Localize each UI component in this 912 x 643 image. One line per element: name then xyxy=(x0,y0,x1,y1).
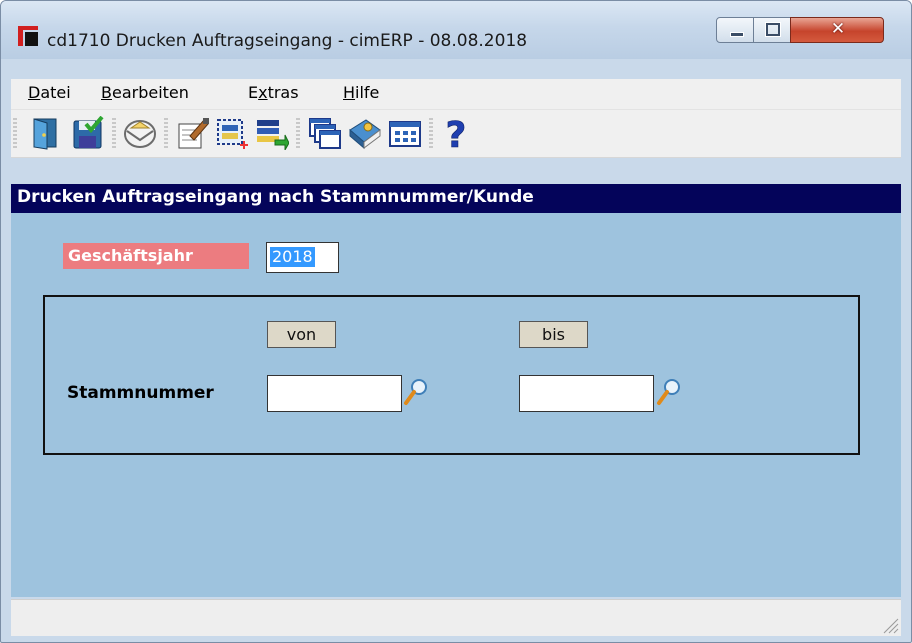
window-title: cd1710 Drucken Auftragseingang - cimERP … xyxy=(47,31,528,51)
stammnummer-label: Stammnummer xyxy=(67,383,214,403)
maximize-button[interactable] xyxy=(753,17,791,43)
app-window: cd1710 Drucken Auftragseingang - cimERP … xyxy=(0,0,912,643)
menu-extras[interactable]: Extras xyxy=(248,83,299,102)
svg-text:?: ? xyxy=(446,116,467,150)
menu-bar: Datei Bearbeiten Extras Hilfe xyxy=(11,79,901,110)
windows-icon[interactable] xyxy=(308,116,342,150)
stammnummer-from-input[interactable] xyxy=(267,375,402,412)
maximize-icon xyxy=(765,22,781,37)
toolbar-separator xyxy=(112,118,116,148)
resize-grip-icon[interactable] xyxy=(881,616,899,634)
close-button[interactable]: ✕ xyxy=(790,17,884,43)
mail-icon[interactable] xyxy=(123,116,157,150)
toolbar-grip[interactable] xyxy=(13,118,17,148)
minimize-icon xyxy=(730,32,744,37)
form-title: Drucken Auftragseingang nach Stammnummer… xyxy=(17,187,534,207)
status-bar xyxy=(11,599,901,636)
toolbar-separator xyxy=(164,118,168,148)
form-content: Geschäftsjahr 2018 von bis Stammnummer xyxy=(11,213,901,597)
from-column-label: von xyxy=(267,321,336,348)
menu-hilfe[interactable]: Hilfe xyxy=(343,83,379,102)
toolbar: ? xyxy=(11,110,901,158)
stammnummer-to-input[interactable] xyxy=(519,375,654,412)
search-icon[interactable] xyxy=(656,377,682,407)
range-groupbox: von bis Stammnummer xyxy=(43,295,860,455)
fiscal-year-label: Geschäftsjahr xyxy=(63,243,249,269)
toolbar-separator xyxy=(429,118,433,148)
form-header: Drucken Auftragseingang nach Stammnummer… xyxy=(11,184,901,213)
exit-door-icon[interactable] xyxy=(29,116,63,150)
save-icon[interactable] xyxy=(71,116,105,150)
edit-record-icon[interactable] xyxy=(176,116,210,150)
search-icon[interactable] xyxy=(403,377,429,407)
fiscal-year-value: 2018 xyxy=(270,247,315,267)
table-icon[interactable] xyxy=(388,116,422,150)
fiscal-year-input[interactable]: 2018 xyxy=(266,242,339,273)
help-icon[interactable]: ? xyxy=(439,116,473,150)
app-icon[interactable] xyxy=(18,26,38,46)
to-column-label: bis xyxy=(519,321,588,348)
list-transfer-icon[interactable] xyxy=(255,116,289,150)
minimize-button[interactable] xyxy=(716,17,754,43)
menu-bearbeiten[interactable]: Bearbeiten xyxy=(101,83,189,102)
toolbar-separator xyxy=(296,118,300,148)
close-icon: ✕ xyxy=(830,19,846,39)
title-bar[interactable]: cd1710 Drucken Auftragseingang - cimERP … xyxy=(1,1,911,59)
new-record-icon[interactable] xyxy=(215,116,249,150)
book-icon[interactable] xyxy=(348,116,382,150)
menu-datei[interactable]: Datei xyxy=(28,83,71,102)
